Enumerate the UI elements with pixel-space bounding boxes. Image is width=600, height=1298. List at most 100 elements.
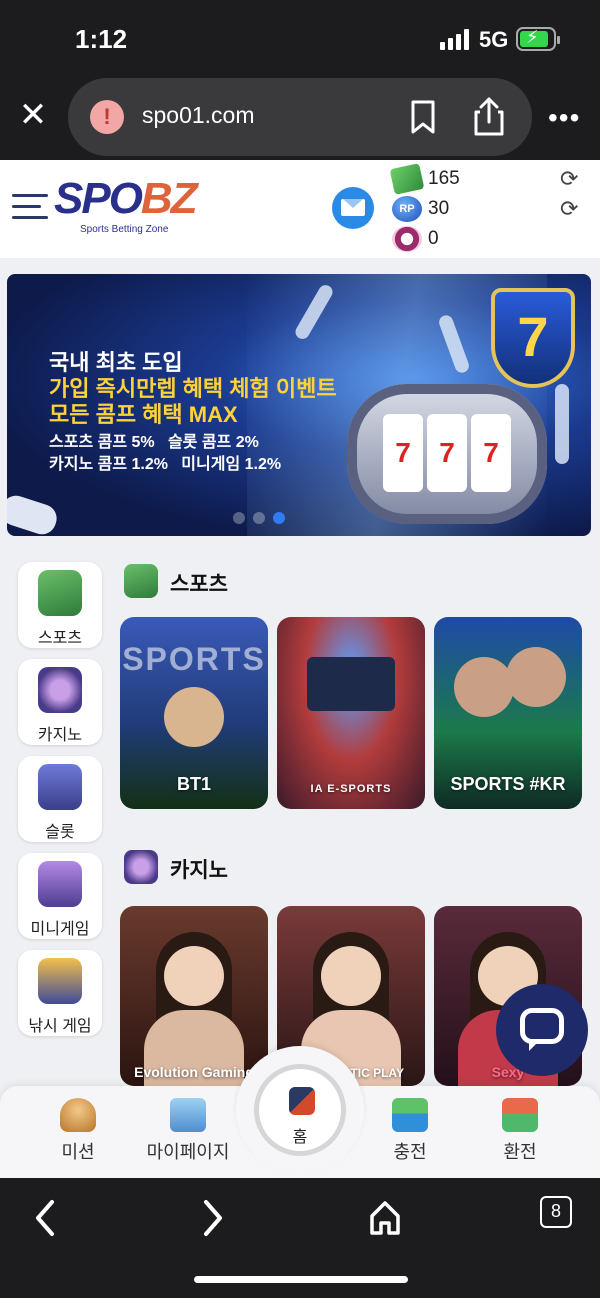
balance-money-value: 165 [428,168,460,189]
nav-mypage[interactable]: 마이페이지 [138,1098,238,1164]
browser-toolbar: 8 [0,1178,600,1298]
slot-machine-graphic: 7 7 7 [347,384,547,524]
athlete-figure [164,687,224,747]
banner-line-2: 가입 즉시만렙 혜택 체험 이벤트 [49,376,337,401]
mail-icon[interactable] [332,187,374,229]
logo-tagline: Sports Betting Zone [80,224,169,235]
banner-line-4: 스포츠 콤프 5% 슬롯 콤프 2% [49,434,259,451]
nav-label: 환전 [503,1142,537,1162]
url-field[interactable]: ! spo01.com [68,78,532,156]
chip-icon [392,226,422,252]
category-label: 낚시 게임 [28,1018,92,1035]
money-icon [389,163,425,195]
dealer-face [321,946,381,1006]
bookmark-icon[interactable] [408,100,438,134]
roulette-icon [38,667,82,713]
home-icon[interactable] [368,1198,402,1238]
category-label: 스포츠 [37,630,83,647]
deposit-icon [392,1098,428,1132]
home-indicator [194,1276,408,1283]
nav-withdraw[interactable]: 환전 [470,1098,570,1164]
banner-line-3: 모든 콤프 혜택 MAX [49,402,238,427]
category-label: 미니게임 [30,921,90,938]
category-sports[interactable]: 스포츠 [18,562,102,648]
banner-line-1: 국내 최초 도입 [49,350,183,375]
sports-field-icon [38,570,82,616]
category-casino[interactable]: 카지노 [18,659,102,745]
status-time: 1:12 [75,24,128,54]
more-icon[interactable]: ••• [548,102,580,134]
sports-card-bt1[interactable]: SPORTS BT1 [120,617,268,809]
logo-brand-left: SPO [54,174,143,223]
logo-brand-right: BZ [140,174,198,223]
nav-label: 홈 [292,1129,308,1146]
carousel-dot[interactable] [233,512,245,524]
close-icon[interactable]: ✕ [18,98,48,132]
tabs-button[interactable]: 8 [540,1196,572,1228]
bottom-nav: 미션 마이페이지 홈 충전 환전 [0,1046,600,1178]
trophy-icon [60,1098,96,1132]
dealer-face [164,946,224,1006]
nav-label: 충전 [393,1142,427,1162]
balance-chip: 0 [392,224,592,254]
banner-line-5: 카지노 콤프 1.2% 미니게임 1.2% [49,456,282,473]
share-icon[interactable] [472,96,506,136]
slot-machine-icon [38,764,82,810]
category-sidebar: 스포츠 카지노 슬롯 미니게임 낚시 게임 [18,562,102,1047]
nav-mission[interactable]: 미션 [28,1098,128,1164]
nav-deposit[interactable]: 충전 [360,1098,460,1164]
roulette-icon [124,850,158,884]
refresh-icon[interactable]: ⟳ [560,196,578,222]
chat-bubble-icon [520,1008,564,1051]
live-chat-button[interactable] [496,984,588,1076]
carousel-dot-active[interactable] [273,512,285,524]
ios-status-bar: 1:12 5G ⚡ [0,0,600,78]
balance-rp-value: 30 [428,198,450,219]
signal-icon [440,28,469,50]
nav-home[interactable]: 홈 [236,1046,364,1174]
card-caption: SPORTS #KR [450,774,566,794]
player-figure [454,657,514,717]
site-logo[interactable]: SPOBZ Sports Betting Zone [54,174,198,236]
category-slot[interactable]: 슬롯 [18,756,102,842]
balance-rp: RP 30 ⟳ [392,194,592,224]
shield-badge: 7 [491,288,575,388]
phone-screen: 1:12 5G ⚡ ✕ ! spo01.com ••• SPOBZ Sports… [0,0,600,1298]
balance-money: 165 ⟳ [389,163,592,195]
casino-card-evolution[interactable]: Evolution Gaming [120,906,268,1086]
section-heading: 스포츠 [170,573,228,596]
site-header: SPOBZ Sports Betting Zone 165 ⟳ RP 30 ⟳ … [0,160,600,258]
sports-card-kr[interactable]: SPORTS #KR [434,617,582,809]
promo-banner[interactable]: 7 7 7 7 국내 최초 도입 가입 즉시만렙 혜택 체험 이벤트 모든 콤프… [7,274,591,536]
baseball-player-figure [555,384,569,464]
warning-icon[interactable]: ! [90,100,124,134]
balance-panel: 165 ⟳ RP 30 ⟳ 0 [389,163,592,254]
section-heading: 카지노 [170,859,228,882]
withdraw-icon [502,1098,538,1132]
fishing-icon [38,958,82,1004]
url-text[interactable]: spo01.com [142,102,255,129]
browser-address-bar: ✕ ! spo01.com ••• [0,78,600,160]
web-content: SPOBZ Sports Betting Zone 165 ⟳ RP 30 ⟳ … [0,160,600,1178]
back-icon[interactable] [30,1198,60,1238]
sports-field-icon [124,564,158,598]
refresh-icon[interactable]: ⟳ [560,166,578,192]
home-icon [289,1087,315,1115]
network-type: 5G [479,27,509,52]
carousel-dots [233,512,285,524]
category-minigame[interactable]: 미니게임 [18,853,102,939]
arena-screen [307,657,395,711]
nav-label: 미션 [61,1142,95,1162]
sports-card-esports[interactable]: IA E-SPORTS [277,617,425,809]
gamepad-icon [7,492,61,536]
card-caption: BT1 [176,774,211,794]
menu-icon[interactable] [12,194,48,222]
card-art-text: SPORTS [122,641,266,677]
arcade-icon [38,861,82,907]
card-caption: IA E-SPORTS [310,783,392,795]
forward-icon[interactable] [198,1198,228,1238]
carousel-dot[interactable] [253,512,265,524]
balance-chip-value: 0 [428,228,439,249]
category-fishing[interactable]: 낚시 게임 [18,950,102,1036]
nav-label: 마이페이지 [146,1142,230,1162]
